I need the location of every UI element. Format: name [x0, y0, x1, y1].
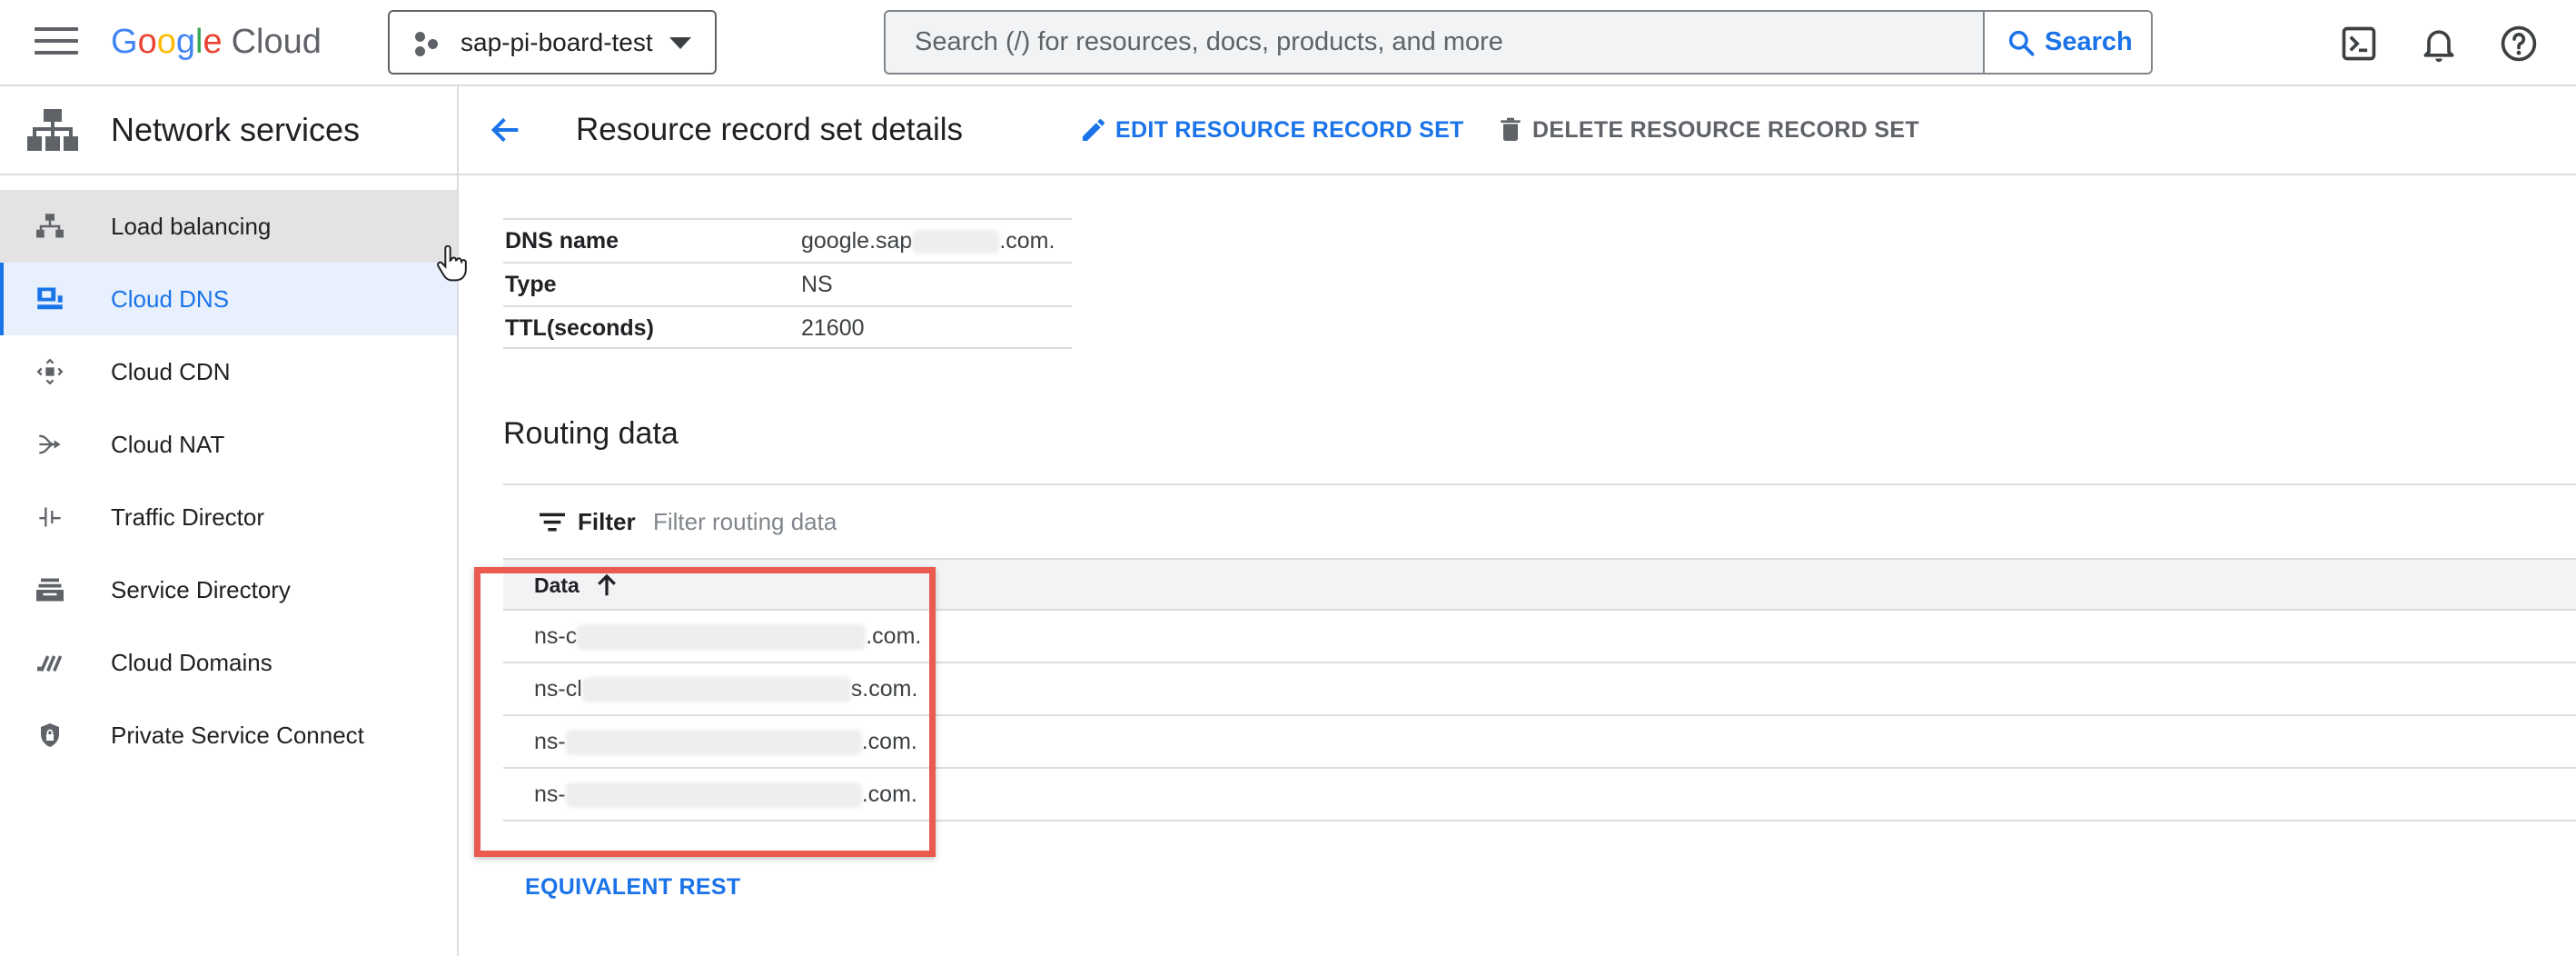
sidebar-item-label: Service Directory	[111, 576, 291, 603]
sidebar-item-label: Private Service Connect	[111, 722, 364, 749]
main-menu-icon[interactable]	[35, 27, 78, 60]
sidebar-item-label: Traffic Director	[111, 503, 265, 531]
column-header-data[interactable]: Data	[534, 560, 580, 611]
sidebar-item-cloud-nat[interactable]: Cloud NAT	[0, 408, 457, 481]
help-icon[interactable]	[2499, 24, 2539, 64]
detail-row-dns-name: DNS name google.sap .com.	[503, 218, 1072, 262]
google-cloud-logo[interactable]: Google Cloud	[111, 18, 322, 65]
delete-record-set-button[interactable]: DELETE RESOURCE RECORD SET	[1496, 86, 1919, 174]
table-cell: ns-c .com.	[534, 623, 922, 651]
table-header: Data	[503, 558, 2576, 611]
table-row: ns-cl s.com.	[503, 663, 2576, 716]
search-button-label: Search	[2045, 27, 2133, 56]
private-service-connect-icon	[41, 723, 59, 747]
redacted-text	[577, 624, 867, 651]
sidebar-item-load-balancing[interactable]: Load balancing	[0, 190, 457, 263]
page-header: Resource record set details EDIT RESOURC…	[459, 86, 2576, 175]
main-content: Resource record set details EDIT RESOURC…	[459, 86, 2576, 956]
table-row: ns- .com.	[503, 716, 2576, 769]
sidebar-title: Network services	[111, 111, 361, 148]
chevron-down-icon	[669, 37, 691, 49]
sidebar-item-private-service-connect[interactable]: Private Service Connect	[0, 699, 457, 772]
table-row: ns- .com.	[503, 769, 2576, 822]
detail-key: TTL(seconds)	[505, 315, 654, 341]
sidebar-item-traffic-director[interactable]: Traffic Director	[0, 481, 457, 553]
routing-data-table: Data ns-c .com. ns-cl s.com. ns- .com. ns-.…	[503, 558, 2576, 822]
notifications-bell-icon[interactable]	[2419, 24, 2459, 64]
edit-record-set-button[interactable]: EDIT RESOURCE RECORD SET	[1079, 86, 1464, 174]
project-picker[interactable]: sap-pi-board-test	[388, 10, 717, 75]
redacted-text	[565, 782, 862, 809]
redacted-text	[565, 730, 862, 756]
table-cell: ns- .com.	[534, 729, 917, 756]
project-icon	[415, 32, 442, 57]
table-cell: ns- .com.	[534, 782, 917, 809]
record-details-table: DNS name google.sap .com. Type NS TTL(sec…	[503, 218, 1072, 349]
sidebar-item-service-directory[interactable]: Service Directory	[0, 553, 457, 626]
cloud-dns-icon	[37, 287, 63, 310]
sidebar-header: Network services	[0, 86, 457, 175]
search-button[interactable]: Search	[1983, 12, 2151, 73]
filter-bar: Filter	[503, 485, 2576, 558]
project-name: sap-pi-board-test	[461, 28, 653, 56]
edit-record-set-label: EDIT RESOURCE RECORD SET	[1115, 117, 1464, 143]
detail-value: NS	[801, 272, 833, 297]
sidebar-item-label: Cloud Domains	[111, 649, 272, 676]
redacted-text	[912, 230, 1000, 254]
sidebar-item-label: Load balancing	[111, 213, 272, 240]
sidebar: Network services Load balancing Cloud DN…	[0, 86, 459, 956]
detail-value: 21600	[801, 315, 865, 341]
detail-row-ttl: TTL(seconds) 21600	[503, 305, 1072, 349]
redacted-text	[581, 677, 851, 703]
detail-key: DNS name	[505, 228, 619, 254]
filter-label[interactable]: Filter	[578, 485, 636, 558]
cloud-cdn-icon	[36, 359, 64, 384]
table-cell: ns-cl s.com.	[534, 676, 918, 703]
cloud-nat-icon	[39, 434, 61, 454]
sidebar-item-cloud-cdn[interactable]: Cloud CDN	[0, 335, 457, 408]
service-directory-icon	[36, 578, 64, 602]
detail-key: Type	[505, 272, 557, 297]
load-balancing-icon	[36, 214, 64, 238]
page-title: Resource record set details	[576, 112, 964, 147]
top-app-bar: Google Cloud sap-pi-board-test Search	[0, 0, 2576, 86]
sidebar-item-cloud-domains[interactable]: Cloud Domains	[0, 626, 457, 699]
trash-icon	[1501, 117, 1521, 141]
search-bar: Search	[884, 10, 2153, 75]
network-services-icon	[27, 109, 78, 151]
detail-value: google.sap .com.	[801, 228, 1055, 254]
delete-record-set-label: DELETE RESOURCE RECORD SET	[1532, 117, 1919, 143]
back-arrow-icon[interactable]	[488, 112, 524, 148]
sidebar-item-label: Cloud NAT	[111, 431, 225, 458]
equivalent-rest-link[interactable]: EQUIVALENT REST	[525, 874, 740, 901]
filter-icon[interactable]	[540, 511, 565, 533]
table-row: ns-c .com.	[503, 611, 2576, 663]
pencil-icon	[1083, 119, 1105, 141]
traffic-director-icon	[39, 507, 61, 527]
search-icon	[2008, 30, 2035, 56]
search-input[interactable]	[886, 12, 1983, 73]
sidebar-item-cloud-dns[interactable]: Cloud DNS	[0, 263, 457, 335]
routing-data-heading: Routing data	[503, 416, 679, 451]
sidebar-item-label: Cloud DNS	[111, 285, 230, 313]
filter-input[interactable]	[653, 500, 1471, 543]
sort-ascending-arrow-icon[interactable]	[593, 572, 620, 599]
sidebar-item-label: Cloud CDN	[111, 358, 231, 385]
detail-row-type: Type NS	[503, 262, 1072, 305]
cloud-shell-icon[interactable]	[2339, 24, 2379, 64]
cloud-domains-icon	[37, 655, 63, 672]
